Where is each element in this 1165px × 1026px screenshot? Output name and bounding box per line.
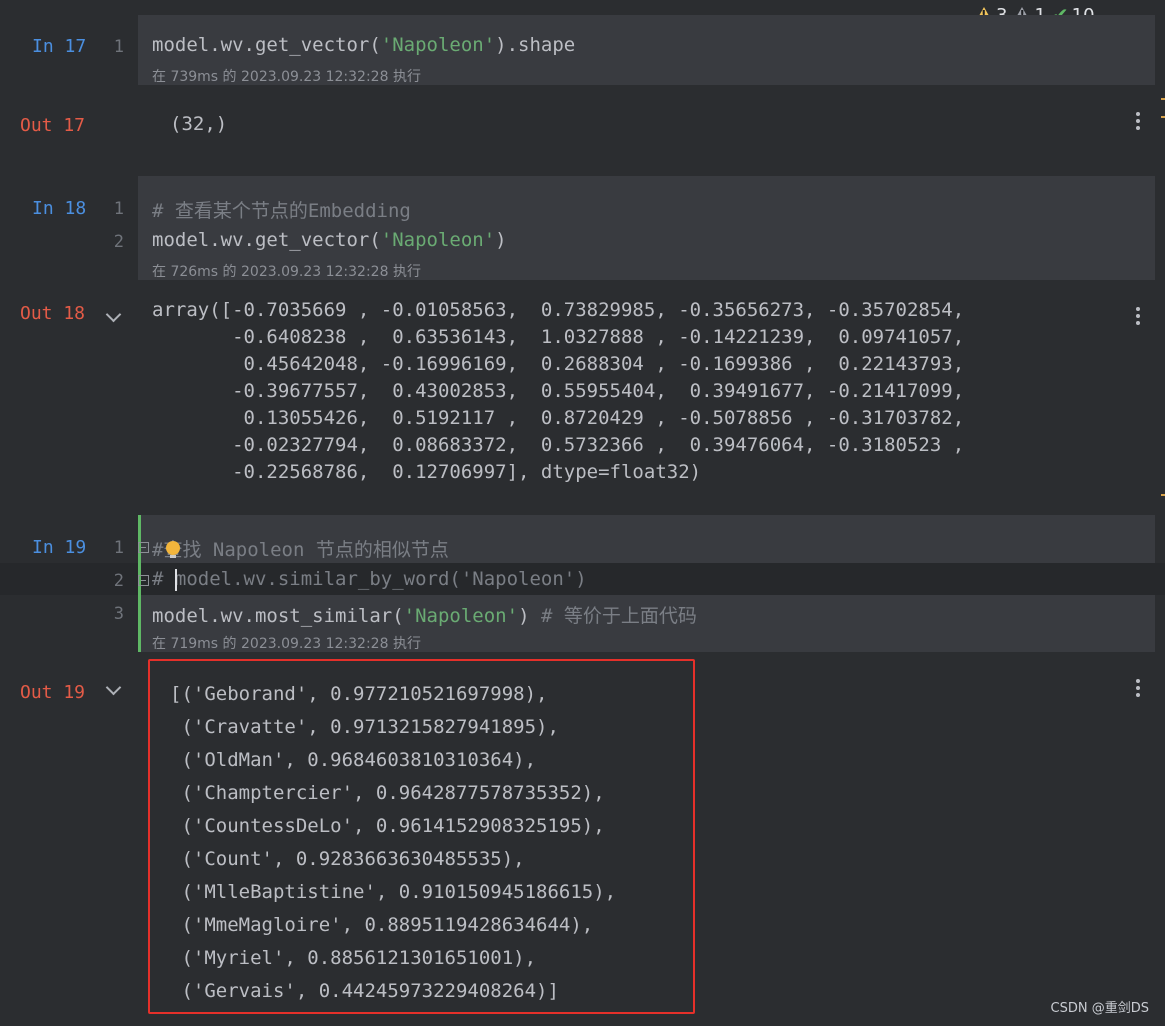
collapse-output-icon[interactable] bbox=[105, 679, 122, 696]
code-line[interactable]: model.wv.most_similar('Napoleon') # 等价于上… bbox=[152, 601, 697, 628]
scroll-marker bbox=[1161, 116, 1165, 118]
out-prompt-18: Out 18 bbox=[20, 303, 86, 324]
output-menu-icon[interactable] bbox=[1136, 679, 1140, 700]
line-number: 3 bbox=[113, 604, 124, 624]
line-number: 2 bbox=[113, 571, 124, 591]
cell-output-19: [('Geborand', 0.977210521697998), ('Crav… bbox=[170, 683, 617, 1002]
scroll-marker bbox=[1161, 98, 1165, 100]
exec-info: 在 726ms 的 2023.09.23 12:32:28 执行 bbox=[152, 264, 421, 280]
fold-icon[interactable] bbox=[138, 542, 149, 553]
code-line[interactable]: model.wv.get_vector('Napoleon').shape bbox=[152, 34, 575, 56]
cell-output-18: array([-0.7035669 , -0.01058563, 0.73829… bbox=[152, 299, 965, 483]
text-caret bbox=[175, 569, 177, 591]
in-prompt-18: In 18 bbox=[32, 198, 87, 219]
line-number: 1 bbox=[113, 37, 124, 57]
output-menu-icon[interactable] bbox=[1136, 307, 1140, 328]
intention-bulb-icon[interactable] bbox=[166, 541, 180, 558]
watermark: CSDN @重剑DS bbox=[1050, 1001, 1149, 1016]
output-menu-icon[interactable] bbox=[1136, 112, 1140, 133]
exec-info: 在 719ms 的 2023.09.23 12:32:28 执行 bbox=[152, 636, 421, 652]
cell-output-17: (32,) bbox=[170, 113, 228, 135]
in-prompt-17: In 17 bbox=[32, 36, 87, 57]
code-line[interactable]: model.wv.get_vector('Napoleon') bbox=[152, 229, 507, 251]
line-number: 1 bbox=[113, 538, 124, 558]
scroll-marker bbox=[1161, 494, 1165, 496]
line-number: 1 bbox=[113, 199, 124, 219]
out-prompt-19: Out 19 bbox=[20, 682, 86, 703]
exec-info: 在 739ms 的 2023.09.23 12:32:28 执行 bbox=[152, 69, 421, 85]
code-line[interactable]: # 查看某个节点的Embedding bbox=[152, 196, 411, 223]
collapse-output-icon[interactable] bbox=[105, 306, 122, 323]
code-line[interactable]: #查找 Napoleon 节点的相似节点 bbox=[152, 535, 449, 562]
in-prompt-19: In 19 bbox=[32, 537, 87, 558]
out-prompt-17: Out 17 bbox=[20, 115, 86, 136]
fold-icon[interactable] bbox=[138, 575, 149, 586]
code-line[interactable]: # model.wv.similar_by_word('Napoleon') bbox=[152, 568, 587, 590]
line-number: 2 bbox=[113, 232, 124, 252]
